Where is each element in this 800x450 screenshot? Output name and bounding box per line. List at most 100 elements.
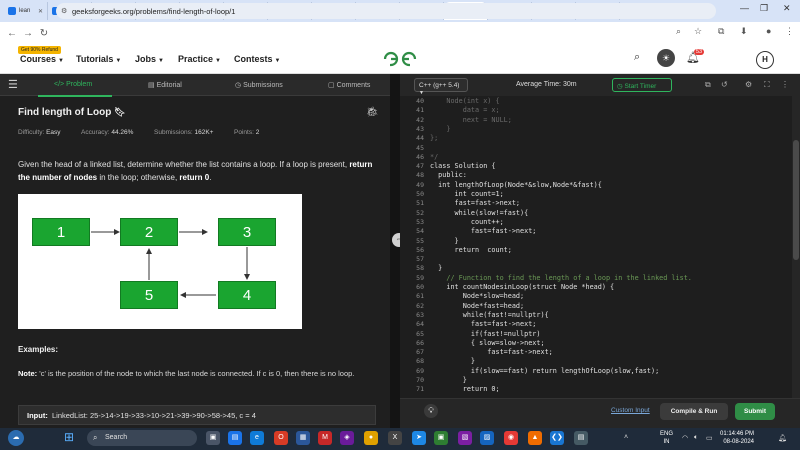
- code-line[interactable]: count++;: [430, 218, 504, 226]
- app3-icon[interactable]: ▧: [458, 431, 472, 445]
- url-field[interactable]: ⚙ geeksforgeeks.org/problems/find-length…: [56, 3, 716, 19]
- bookmark-star-icon[interactable]: ☆: [694, 26, 702, 37]
- chrome-active-icon[interactable]: ◉: [504, 431, 518, 445]
- code-line[interactable]: data = x;: [430, 106, 500, 114]
- close-tab-icon[interactable]: ✕: [38, 8, 43, 15]
- browser-menu-icon[interactable]: ⋮: [785, 26, 794, 37]
- code-line[interactable]: fast=fast->next;: [430, 199, 520, 207]
- office-icon[interactable]: O: [274, 431, 288, 445]
- code-line[interactable]: while(fast!=nullptr){: [430, 311, 549, 319]
- vscode-icon[interactable]: ❮❯: [550, 431, 564, 445]
- windows-start-icon[interactable]: ⊞: [64, 430, 78, 444]
- code-line[interactable]: fast=fast->next;: [430, 320, 537, 328]
- code-line[interactable]: public:: [430, 171, 467, 179]
- minimize-button[interactable]: —: [740, 3, 749, 13]
- forward-icon[interactable]: →: [20, 28, 36, 39]
- code-line[interactable]: }: [430, 125, 450, 133]
- code-line[interactable]: class Solution {: [430, 162, 495, 170]
- edge-icon[interactable]: e: [250, 431, 264, 445]
- lightbulb-icon[interactable]: 💡︎: [424, 404, 438, 418]
- taskbar-search[interactable]: ⌕ Search: [87, 430, 197, 446]
- submit-button[interactable]: Submit: [735, 403, 775, 420]
- more-icon[interactable]: ⋮: [781, 80, 789, 89]
- app4-icon[interactable]: ▨: [480, 431, 494, 445]
- code-line[interactable]: Node(int x) {: [430, 97, 499, 105]
- settings-icon[interactable]: ⚙: [745, 80, 752, 89]
- wifi-icon[interactable]: ◠: [682, 434, 688, 442]
- task-view-icon[interactable]: ▣: [206, 431, 220, 445]
- code-line[interactable]: */: [430, 153, 438, 161]
- code-line[interactable]: if(slow==fast) return lengthOfLoop(slow,…: [430, 367, 659, 375]
- language-indicator[interactable]: ENG IN: [660, 430, 673, 446]
- code-line[interactable]: }: [430, 264, 442, 272]
- tray-chevron-icon[interactable]: ˄: [624, 434, 628, 441]
- compile-run-button[interactable]: Compile & Run: [660, 403, 728, 420]
- terminal-icon[interactable]: X: [388, 431, 402, 445]
- telegram-icon[interactable]: ➤: [412, 431, 426, 445]
- weather-icon[interactable]: ☁: [8, 430, 24, 446]
- menu-practice[interactable]: Practice ▼: [178, 54, 221, 64]
- store-icon[interactable]: ▦: [296, 431, 310, 445]
- gfg-logo[interactable]: [382, 50, 418, 68]
- code-line[interactable]: // Function to find the length of a loop…: [430, 274, 692, 282]
- code-line[interactable]: return count;: [430, 246, 512, 254]
- editor-scroll-thumb[interactable]: [793, 140, 799, 260]
- refund-badge[interactable]: Get 90% Refund: [18, 46, 61, 54]
- pane-splitter[interactable]: [390, 74, 400, 428]
- tab-problem[interactable]: </> Problem: [54, 81, 92, 88]
- explorer-icon[interactable]: ▤: [228, 431, 242, 445]
- search-icon[interactable]: ⌕: [634, 51, 640, 64]
- notification-bell-icon[interactable]: 🔔︎: [778, 434, 787, 442]
- code-line[interactable]: int count=1;: [430, 190, 504, 198]
- fullscreen-icon[interactable]: ⛶: [764, 80, 770, 90]
- code-line[interactable]: int lengthOfLoop(Node*&slow,Node*&fast){: [430, 181, 602, 189]
- bookmark-icon[interactable]: 🔖︎: [114, 107, 125, 117]
- custom-input-link[interactable]: Custom Input: [611, 407, 650, 414]
- app-icon[interactable]: ◈: [340, 431, 354, 445]
- volume-icon[interactable]: 🔈︎: [694, 434, 698, 442]
- site-info-icon[interactable]: ⚙: [61, 7, 67, 15]
- reset-icon[interactable]: ↺: [721, 80, 728, 89]
- code-line[interactable]: fast=fast->next;: [430, 227, 537, 235]
- app5-icon[interactable]: ▤: [574, 431, 588, 445]
- menu-courses[interactable]: Courses ▼: [20, 54, 64, 64]
- menu-contests[interactable]: Contests ▼: [234, 54, 280, 64]
- profile-icon[interactable]: ●: [766, 26, 771, 36]
- avatar[interactable]: H: [756, 51, 774, 69]
- code-line[interactable]: next = NULL;: [430, 116, 512, 124]
- tab-submissions[interactable]: ◷ Submissions: [235, 81, 283, 89]
- menu-tutorials[interactable]: Tutorials ▼: [76, 54, 121, 64]
- code-line[interactable]: while(slow!=fast){: [430, 209, 529, 217]
- code-line[interactable]: }: [430, 376, 467, 384]
- reload-icon[interactable]: ↻: [36, 28, 52, 39]
- downloads-icon[interactable]: ⬇: [740, 26, 748, 37]
- code-line[interactable]: int countNodesinLoop(struct Node *head) …: [430, 283, 614, 291]
- bug-report-icon[interactable]: 🐞︎: [366, 107, 379, 118]
- browser-tab[interactable]: lean ✕: [4, 2, 48, 20]
- code-line[interactable]: }: [430, 357, 475, 365]
- zoom-icon[interactable]: ⌕: [676, 26, 681, 37]
- tab-editorial[interactable]: ▤ Editorial: [148, 81, 182, 89]
- code-line[interactable]: Node*fast=head;: [430, 302, 524, 310]
- battery-icon[interactable]: ▭: [706, 434, 713, 442]
- menu-jobs[interactable]: Jobs ▼: [135, 54, 164, 64]
- start-timer-button[interactable]: ◷ Start Timer: [612, 78, 672, 92]
- code-line[interactable]: Node*slow=head;: [430, 292, 524, 300]
- extensions-icon[interactable]: ⧉: [718, 26, 724, 37]
- code-line[interactable]: fast=fast->next;: [430, 348, 552, 356]
- theme-toggle-icon[interactable]: ☀: [657, 49, 675, 67]
- code-line[interactable]: { slow=slow->next;: [430, 339, 545, 347]
- copy-icon[interactable]: ⧉: [705, 80, 711, 90]
- code-line[interactable]: if(fast!=nullptr): [430, 330, 541, 338]
- close-window-button[interactable]: ✕: [783, 3, 791, 14]
- code-line[interactable]: }: [430, 237, 459, 245]
- code-line[interactable]: };: [430, 134, 438, 142]
- hamburger-icon[interactable]: ☰: [8, 78, 18, 91]
- language-select[interactable]: C++ (g++ 5.4) ▼: [414, 78, 468, 96]
- app2-icon[interactable]: ▣: [434, 431, 448, 445]
- tab-comments[interactable]: ▢ Comments: [328, 81, 370, 89]
- taskbar-clock[interactable]: 01:14:46 PM 08-08-2024: [720, 430, 754, 446]
- chrome-icon[interactable]: ●: [364, 431, 378, 445]
- mail-icon[interactable]: M: [318, 431, 332, 445]
- restore-button[interactable]: ❐: [760, 3, 768, 14]
